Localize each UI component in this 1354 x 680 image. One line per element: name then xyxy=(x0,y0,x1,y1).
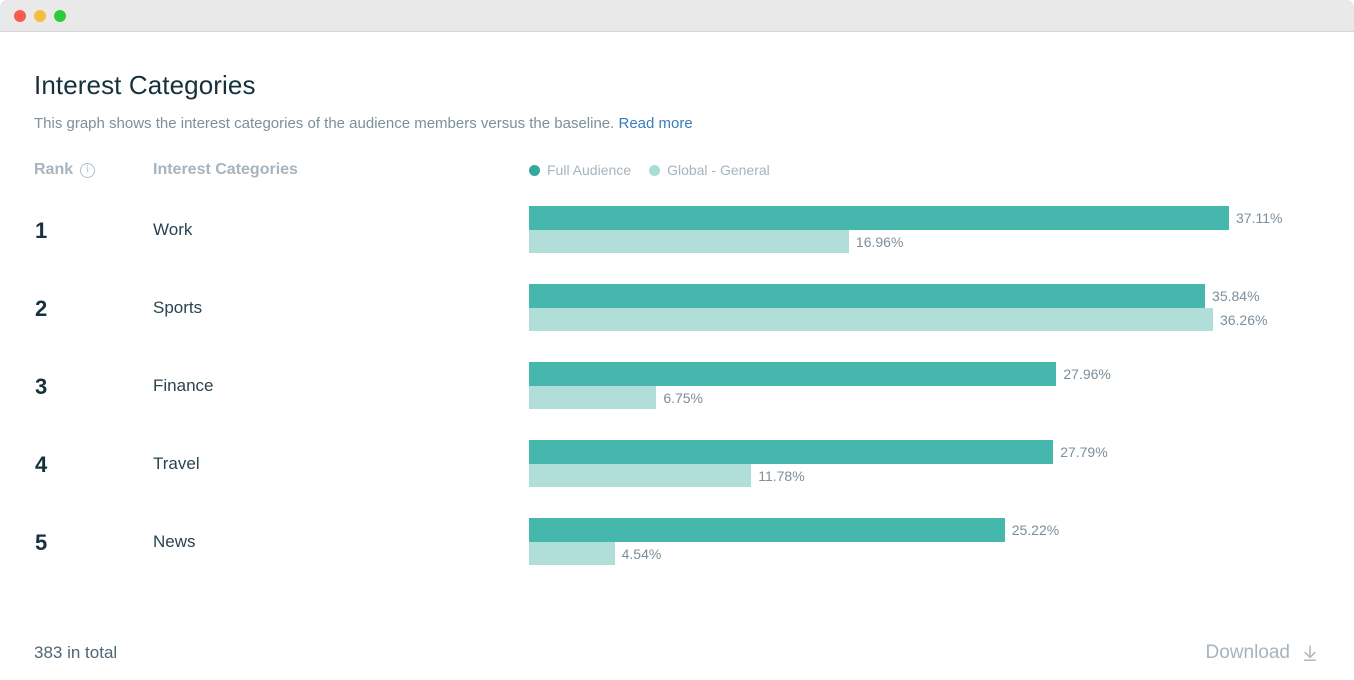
chart-row: 2 Sports 35.84% 36.26% xyxy=(34,284,1320,362)
bar[interactable] xyxy=(529,308,1213,331)
legend-label: Global - General xyxy=(667,162,770,178)
bar-group: 27.96% 6.75% xyxy=(529,362,1320,409)
bar-line-full-audience: 35.84% xyxy=(529,284,1320,308)
chart-row: 3 Finance 27.96% 6.75% xyxy=(34,362,1320,440)
card-footer: 383 in total Download xyxy=(34,642,1320,664)
chart-row: 1 Work 37.11% 16.96% xyxy=(34,206,1320,284)
category-label: Travel xyxy=(153,454,200,473)
chart-row: 5 News 25.22% 4.54% xyxy=(34,518,1320,596)
bar-line-global-general: 4.54% xyxy=(529,542,1320,565)
legend-item-full-audience[interactable]: Full Audience xyxy=(529,162,631,178)
rank-number: 5 xyxy=(35,530,48,555)
column-header-rank-label: Rank xyxy=(34,161,74,178)
bar[interactable] xyxy=(529,284,1206,308)
bar-line-global-general: 6.75% xyxy=(529,386,1320,409)
category-label: News xyxy=(153,532,196,551)
page-description-text: This graph shows the interest categories… xyxy=(34,115,615,132)
bar-line-global-general: 11.78% xyxy=(529,464,1320,487)
bar[interactable] xyxy=(529,230,849,253)
download-arrow-icon xyxy=(1304,645,1316,661)
bar[interactable] xyxy=(529,440,1054,464)
bar-group: 37.11% 16.96% xyxy=(529,206,1320,253)
rank-number: 4 xyxy=(35,452,48,477)
bar-line-full-audience: 25.22% xyxy=(529,518,1320,542)
bar-value-label: 37.11% xyxy=(1236,210,1283,226)
legend-item-global-general[interactable]: Global - General xyxy=(649,162,770,178)
chart-legend: Full Audience Global - General xyxy=(529,162,770,178)
app-window: Interest Categories This graph shows the… xyxy=(0,0,1354,680)
bar-line-full-audience: 37.11% xyxy=(529,206,1320,230)
column-header-rank: Rank i xyxy=(34,160,96,180)
bar-value-label: 4.54% xyxy=(621,545,662,562)
rank-number: 3 xyxy=(35,374,48,399)
rank-number: 1 xyxy=(35,218,48,243)
bar-value-label: 6.75% xyxy=(663,389,704,406)
bar-line-global-general: 36.26% xyxy=(529,308,1320,331)
bar[interactable] xyxy=(529,206,1229,230)
page-description: This graph shows the interest categories… xyxy=(34,101,1320,132)
legend-dot-icon xyxy=(529,164,540,176)
window-titlebar xyxy=(0,0,1354,32)
table-header: Rank i Interest Categories Full Audience… xyxy=(34,160,1320,184)
bar[interactable] xyxy=(529,464,752,487)
bar-line-full-audience: 27.96% xyxy=(529,362,1320,386)
legend-label: Full Audience xyxy=(547,162,632,178)
download-label: Download xyxy=(1205,642,1291,663)
info-icon[interactable]: i xyxy=(80,162,96,178)
bar-value-label: 25.22% xyxy=(1011,522,1060,538)
total-count-label: 383 in total xyxy=(34,643,118,662)
bar-value-label: 16.96% xyxy=(855,233,904,250)
bar-group: 25.22% 4.54% xyxy=(529,518,1320,565)
bar-value-label: 35.84% xyxy=(1212,288,1260,304)
read-more-link[interactable]: Read more xyxy=(618,115,692,132)
bar-line-full-audience: 27.79% xyxy=(529,440,1320,464)
bar-value-label: 27.96% xyxy=(1063,366,1111,382)
bar[interactable] xyxy=(529,386,657,409)
column-header-interest-categories: Interest Categories xyxy=(153,161,298,178)
category-label: Work xyxy=(153,220,193,239)
maximize-window-button[interactable] xyxy=(54,9,66,22)
chart-rows: 1 Work 37.11% 16.96% 2 Sports 35.84% 36.26% 3 Fin… xyxy=(34,206,1320,596)
bar[interactable] xyxy=(529,542,615,565)
bar-value-label: 36.26% xyxy=(1219,311,1268,328)
rank-number: 2 xyxy=(35,296,48,321)
page-content: Interest Categories This graph shows the… xyxy=(0,32,1354,680)
bar-value-label: 11.78% xyxy=(758,467,805,484)
bar-value-label: 27.79% xyxy=(1060,444,1108,460)
category-label: Finance xyxy=(153,376,214,395)
bar[interactable] xyxy=(529,362,1057,386)
bar-line-global-general: 16.96% xyxy=(529,230,1320,253)
bar-group: 35.84% 36.26% xyxy=(529,284,1320,331)
chart-row: 4 Travel 27.79% 11.78% xyxy=(34,440,1320,518)
minimize-window-button[interactable] xyxy=(34,9,46,22)
traffic-light-buttons xyxy=(14,9,66,22)
category-label: Sports xyxy=(153,298,203,317)
download-button[interactable]: Download xyxy=(1206,642,1321,664)
bar-group: 27.79% 11.78% xyxy=(529,440,1320,487)
bar[interactable] xyxy=(529,518,1005,542)
page-title: Interest Categories xyxy=(34,70,256,100)
close-window-button[interactable] xyxy=(14,9,26,22)
legend-dot-icon xyxy=(649,164,661,176)
